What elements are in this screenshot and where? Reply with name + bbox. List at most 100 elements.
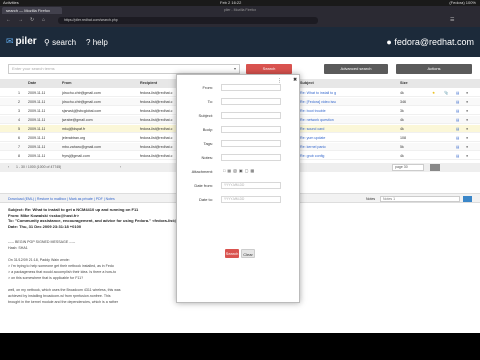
row-date: 2009.11.11 [28, 145, 46, 149]
browser-tab-bar: piler - Mozilla Firefox search — Mozilla… [0, 6, 480, 14]
pager-next-icon[interactable]: › [120, 163, 121, 172]
row-recipient: fedora-list@redhat.c [140, 145, 173, 149]
row-date: 2009.11.11 [28, 136, 46, 140]
page-go-button[interactable] [430, 164, 440, 171]
pager-prev-icon[interactable]: ‹ [8, 163, 9, 172]
tag-icon[interactable]: ● [466, 89, 468, 97]
menu-icon[interactable]: ☰ [450, 17, 454, 23]
search-input[interactable]: Enter your search terms [8, 64, 240, 74]
row-date: 2009.11.11 [28, 127, 46, 131]
row-subject[interactable]: Re: sound card [300, 125, 336, 133]
date-to-row: Date to: YYYY-MM-DD [177, 195, 301, 204]
user-email: fedora@redhat.com [394, 37, 474, 47]
row-subject[interactable]: Re: What to install to get a... [300, 89, 336, 97]
back-icon[interactable]: ← [6, 17, 11, 23]
date-to-field[interactable]: YYYY-MM-DD [221, 196, 281, 203]
row-recipient: fedora-list@redhat.c [140, 136, 173, 140]
row-index: 2 [18, 100, 20, 104]
view-icon[interactable]: ▤ [456, 89, 459, 97]
attachment-label: Attachment: [191, 169, 213, 174]
nav-help[interactable]: ? help [86, 38, 108, 47]
subject-row: Subject: [177, 111, 301, 120]
browser-tab[interactable]: search — Mozilla Firefox [2, 7, 62, 14]
row-subject[interactable]: Re: boot trouble [300, 107, 336, 115]
col-recipient[interactable]: Recipient [140, 79, 157, 88]
reload-icon[interactable]: ↻ [30, 17, 34, 23]
row-index: 1 [18, 91, 20, 95]
to-field[interactable] [221, 98, 281, 105]
notes-field[interactable] [221, 154, 281, 161]
piler-logo[interactable]: ✉ piler [6, 36, 37, 47]
row-subject[interactable]: Re: [Fedora] video issue [300, 98, 336, 106]
tag-icon[interactable]: ● [466, 134, 468, 142]
row-date: 2009.11.11 [28, 154, 46, 158]
row-recipient: fedora-list@redhat.c [140, 127, 173, 131]
row-index: 4 [18, 118, 20, 122]
date-from-row: Date from: YYYY-MM-DD [177, 181, 301, 190]
page-size-select[interactable]: page 30 [392, 164, 424, 171]
from-label: From: [202, 85, 213, 90]
col-from[interactable]: From [62, 79, 72, 88]
row-date: 2009.11.11 [28, 109, 46, 113]
star-icon[interactable]: ★ [432, 89, 435, 97]
row-size: 4k [400, 127, 404, 131]
notes-input[interactable]: Notes 1 [380, 196, 460, 202]
video-letterbox [0, 333, 480, 360]
user-menu[interactable]: ● fedora@redhat.com [386, 37, 474, 47]
body-field[interactable] [221, 126, 281, 133]
tag-icon[interactable]: ● [466, 107, 468, 115]
dialog-clear-button[interactable]: Clear [241, 249, 255, 258]
view-icon[interactable]: ▤ [456, 107, 459, 115]
dialog-search-button[interactable]: Search [225, 249, 239, 258]
tag-icon[interactable]: ● [466, 152, 468, 160]
body-label: Body: [202, 127, 213, 132]
tag-icon[interactable]: ● [466, 125, 468, 133]
row-subject[interactable]: Re: network question [300, 116, 336, 124]
pager-info: 1 - 30 / 1000 (1000 of 47745) [16, 165, 62, 169]
url-field[interactable]: https://piler.redhat.com/search.php [58, 17, 318, 24]
actions-button[interactable]: Actions [396, 64, 472, 74]
from-field[interactable] [221, 84, 281, 91]
tags-label: Tags: [203, 141, 213, 146]
view-icon[interactable]: ▤ [456, 116, 459, 124]
advanced-search-button[interactable]: Advanced search [324, 64, 388, 74]
notes-save-button[interactable] [463, 196, 472, 202]
date-to-label: Date to: [198, 197, 213, 202]
search-icon: ⚲ [44, 38, 50, 47]
row-subject[interactable]: Re: yum update [300, 134, 336, 142]
nav-search[interactable]: ⚲ search [44, 38, 76, 47]
message-actions[interactable]: Download (EML) | Restore to mailbox | Ma… [8, 194, 115, 204]
row-recipient: fedora-list@redhat.c [140, 154, 173, 158]
to-row: To: [177, 97, 301, 106]
forward-icon[interactable]: → [18, 17, 23, 23]
row-size: 4k [400, 118, 404, 122]
row-index: 7 [18, 145, 20, 149]
dropdown-icon[interactable]: ▾ [234, 66, 236, 71]
col-date[interactable]: Date [28, 79, 36, 88]
row-date: 2009.11.11 [28, 118, 46, 122]
search-button[interactable]: Search [246, 64, 292, 74]
tag-icon[interactable]: ● [466, 98, 468, 106]
tag-icon[interactable]: ● [466, 143, 468, 151]
view-icon[interactable]: ▤ [456, 98, 459, 106]
view-icon[interactable]: ▤ [456, 152, 459, 160]
row-from: sjsrwskj@sbcglobal.com [62, 109, 102, 113]
piler-header: ✉ piler ⚲ search ? help ● fedora@redhat.c… [0, 27, 480, 57]
col-size[interactable]: Size [400, 79, 408, 88]
subject-field[interactable] [221, 112, 281, 119]
row-subject[interactable]: Re: grub config [300, 152, 336, 160]
tags-field[interactable] [221, 140, 281, 147]
browser-toolbar: ← → ↻ ⌂ https://piler.redhat.com/search.… [0, 14, 480, 27]
home-icon[interactable]: ⌂ [42, 17, 45, 23]
date-from-field[interactable]: YYYY-MM-DD [221, 182, 281, 189]
row-subject[interactable]: Re: kernel panic [300, 143, 336, 151]
view-icon[interactable]: ▤ [456, 143, 459, 151]
window-title: piler - Mozilla Firefox [223, 8, 257, 12]
tag-icon[interactable]: ● [466, 116, 468, 124]
view-icon[interactable]: ▤ [456, 134, 459, 142]
row-index: 8 [18, 154, 20, 158]
view-icon[interactable]: ▤ [456, 125, 459, 133]
col-subject[interactable]: Subject [300, 79, 314, 88]
attachment-type-icons[interactable]: □▦▧▣▢▩ [223, 168, 256, 173]
row-date: 2009.11.11 [28, 100, 46, 104]
